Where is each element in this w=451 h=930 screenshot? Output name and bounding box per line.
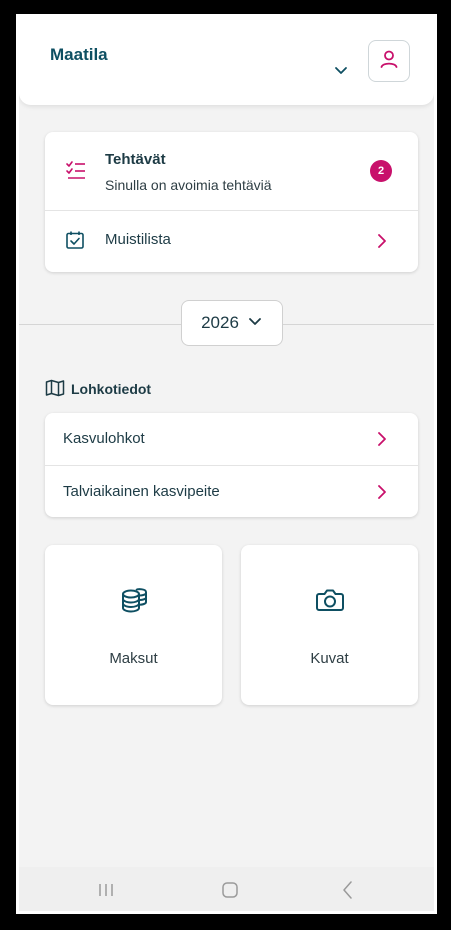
year-selector-button[interactable]: 2026 xyxy=(181,300,283,346)
list-item-talviaikainen-kasvipeite[interactable]: Talviaikainen kasvipeite xyxy=(45,466,418,517)
chevron-right-icon xyxy=(375,482,389,507)
device-frame: Maatila Tehtävät Sinulla on avoimia teht… xyxy=(0,0,451,930)
tasks-title: Tehtävät xyxy=(105,151,166,168)
tasks-row[interactable]: Tehtävät Sinulla on avoimia tehtäviä 2 xyxy=(45,132,418,210)
farm-selector-chevron-icon[interactable] xyxy=(331,60,351,80)
list-item-label: Kasvulohkot xyxy=(63,430,145,447)
payments-label: Maksut xyxy=(109,650,158,667)
map-icon xyxy=(45,379,65,402)
divider xyxy=(19,324,181,325)
app-header: Maatila xyxy=(19,17,434,105)
user-icon xyxy=(378,48,400,75)
chevron-right-icon xyxy=(375,429,389,454)
divider xyxy=(283,324,434,325)
notes-label: Muistilista xyxy=(105,231,171,248)
checklist-icon xyxy=(65,160,87,187)
recent-apps-icon[interactable] xyxy=(96,879,116,906)
tasks-count-badge: 2 xyxy=(370,160,392,182)
section-title: Lohkotiedot xyxy=(71,381,152,397)
farm-title: Maatila xyxy=(50,45,108,64)
user-profile-button[interactable] xyxy=(368,40,410,82)
app-screen: Maatila Tehtävät Sinulla on avoimia teht… xyxy=(16,14,437,914)
list-item-label: Talviaikainen kasvipeite xyxy=(63,483,220,500)
chevron-right-icon xyxy=(375,231,389,256)
coins-icon xyxy=(119,585,149,620)
photos-label: Kuvat xyxy=(310,650,349,667)
photos-tile[interactable]: Kuvat xyxy=(241,545,418,705)
tasks-subtitle: Sinulla on avoimia tehtäviä xyxy=(105,177,272,193)
back-icon[interactable] xyxy=(338,879,358,906)
notes-row[interactable]: Muistilista xyxy=(45,211,418,272)
calendar-check-icon xyxy=(65,230,85,255)
parcels-card: Kasvulohkot Talviaikainen kasvipeite xyxy=(45,413,418,517)
chevron-down-icon xyxy=(247,313,263,334)
system-navigation-bar xyxy=(19,867,434,911)
camera-icon xyxy=(315,585,345,620)
home-icon[interactable] xyxy=(220,879,240,906)
payments-tile[interactable]: Maksut xyxy=(45,545,222,705)
list-item-kasvulohkot[interactable]: Kasvulohkot xyxy=(45,413,418,465)
year-value: 2026 xyxy=(201,313,239,332)
tasks-card: Tehtävät Sinulla on avoimia tehtäviä 2 M… xyxy=(45,132,418,272)
